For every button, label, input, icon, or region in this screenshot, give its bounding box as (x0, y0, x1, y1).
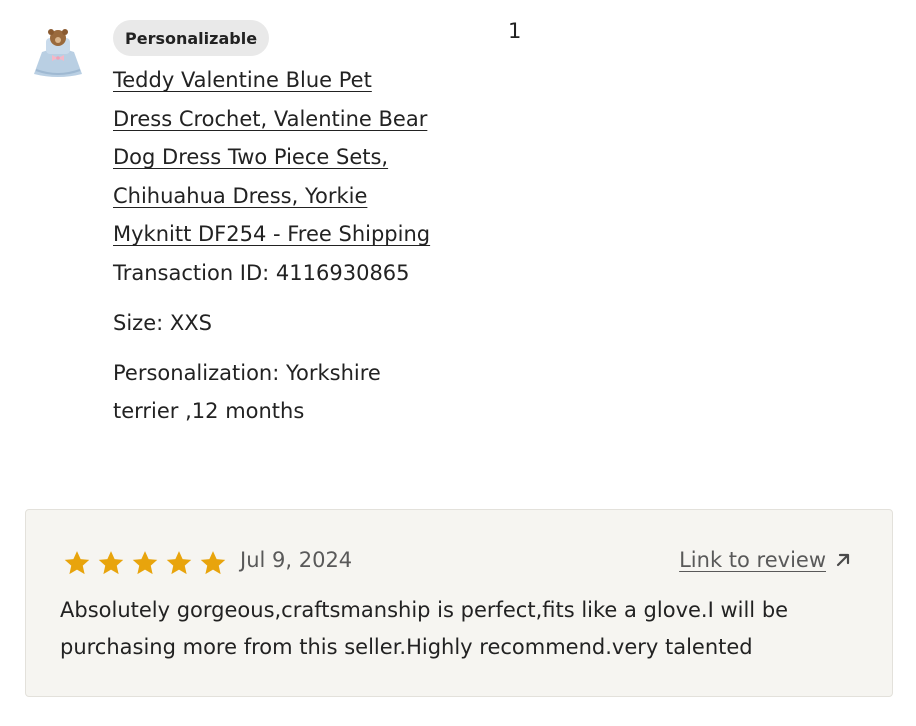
product-thumbnail-image[interactable] (28, 24, 88, 78)
star-rating (62, 548, 228, 578)
arrow-up-right-icon (836, 553, 850, 567)
link-to-review-label: Link to review (679, 548, 826, 572)
product-details: Personalizable Teddy Valentine Blue Pet … (113, 20, 433, 430)
quantity-value: 1 (508, 19, 522, 43)
personalization-value: Personalization: Yorkshire terrier ,12 m… (113, 360, 381, 423)
order-review-page: Personalizable Teddy Valentine Blue Pet … (0, 0, 916, 726)
review-date: Jul 9, 2024 (240, 548, 353, 572)
star-icon (132, 551, 158, 575)
personalizable-badge: Personalizable (113, 20, 270, 56)
star-icon (166, 551, 192, 575)
link-to-review[interactable]: Link to review (679, 548, 852, 572)
size-value: Size: XXS (113, 310, 212, 335)
star-icon (98, 551, 124, 575)
product-title-link[interactable]: Teddy Valentine Blue Pet Dress Crochet, … (113, 61, 433, 254)
review-text: Absolutely gorgeous,craftsmanship is per… (60, 598, 789, 659)
star-icon (200, 551, 226, 575)
transaction-id: Transaction ID: 4116930865 (113, 260, 410, 285)
star-icon (64, 551, 90, 575)
review-card: Jul 9, 2024 Link to review Absolutely go… (25, 509, 893, 697)
